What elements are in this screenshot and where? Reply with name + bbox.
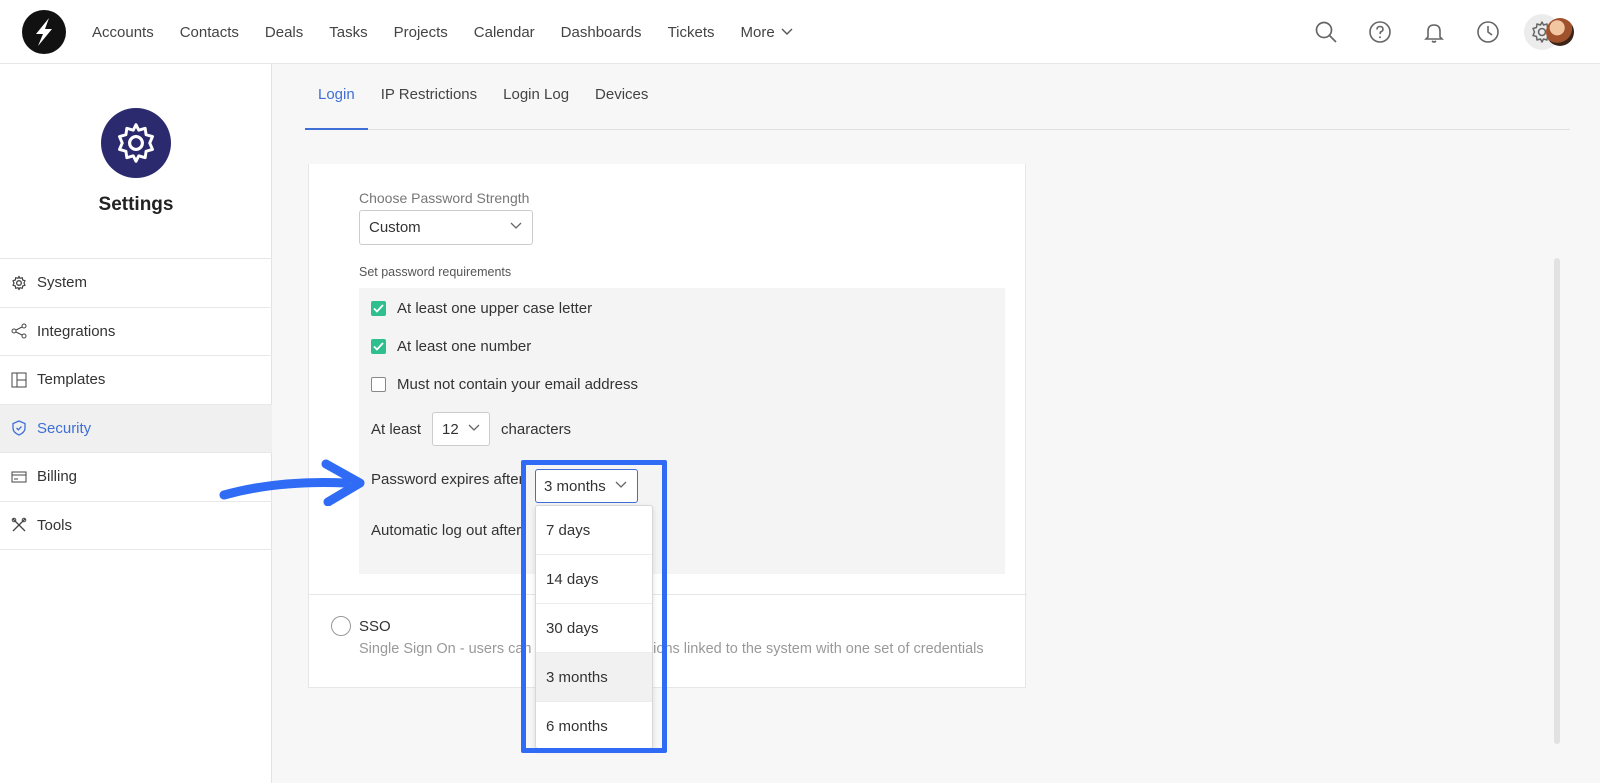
checkbox-checked[interactable]: [371, 301, 386, 316]
shield-icon: [10, 419, 28, 437]
requirement-uppercase[interactable]: At least one upper case letter: [371, 300, 592, 317]
nav-tasks[interactable]: Tasks: [329, 24, 367, 41]
chevron-down-icon: [468, 424, 480, 431]
top-icon-bar: [1260, 0, 1600, 64]
sidebar-item-label: Security: [37, 419, 92, 437]
settings-title: Settings: [98, 194, 174, 215]
nav-more-label: More: [740, 23, 775, 41]
settings-menu: System Integrations Templates Security B…: [0, 258, 272, 550]
requirement-number[interactable]: At least one number: [371, 338, 531, 355]
checkbox-unchecked[interactable]: [371, 377, 386, 392]
share-icon: [10, 322, 28, 340]
sidebar-item-security[interactable]: Security: [0, 404, 272, 453]
nav-accounts[interactable]: Accounts: [92, 24, 154, 41]
password-expires-dropdown: 7 days 14 days 30 days 3 months 6 months: [535, 505, 653, 749]
min-length-row: At least 12 characters: [371, 412, 571, 446]
sso-description: Single Sign On - users can access all ap…: [359, 641, 984, 657]
sidebar-item-system[interactable]: System: [0, 259, 272, 308]
requirements-label: Set password requirements: [359, 265, 512, 279]
option-14-days[interactable]: 14 days: [536, 555, 652, 604]
option-3-months[interactable]: 3 months: [536, 653, 652, 702]
tab-devices[interactable]: Devices: [582, 86, 661, 129]
chevron-down-icon: [615, 481, 627, 488]
help-icon[interactable]: [1362, 14, 1398, 50]
password-strength-select[interactable]: Custom: [359, 210, 533, 245]
option-7-days[interactable]: 7 days: [536, 506, 652, 555]
password-expires-select[interactable]: 3 months: [535, 469, 638, 503]
layout-icon: [10, 371, 28, 389]
sso-radio[interactable]: [331, 616, 351, 636]
requirement-label: Must not contain your email address: [397, 376, 638, 393]
password-settings-card: Choose Password Strength Custom Set pass…: [308, 164, 1027, 688]
sso-title: SSO: [359, 618, 391, 635]
sidebar-item-templates[interactable]: Templates: [0, 356, 272, 405]
chevron-down-icon: [510, 222, 522, 229]
bell-icon[interactable]: [1416, 14, 1452, 50]
nav-deals[interactable]: Deals: [265, 24, 303, 41]
min-length-prefix: At least: [371, 420, 422, 438]
avatar[interactable]: [1546, 18, 1574, 46]
tab-login-log[interactable]: Login Log: [490, 86, 582, 129]
clock-icon[interactable]: [1470, 14, 1506, 50]
requirements-panel: At least one upper case letter At least …: [359, 288, 1005, 574]
requirement-label: At least one number: [397, 338, 532, 355]
requirement-no-email[interactable]: Must not contain your email address: [371, 376, 638, 393]
nav-dashboards[interactable]: Dashboards: [561, 24, 642, 41]
password-expires-value: 3 months: [544, 477, 606, 495]
main-nav: Accounts Contacts Deals Tasks Projects C…: [92, 0, 819, 64]
password-strength-value: Custom: [369, 219, 421, 236]
card-icon: [10, 468, 28, 486]
nav-projects[interactable]: Projects: [394, 24, 448, 41]
sidebar-item-tools[interactable]: Tools: [0, 502, 272, 550]
expires-label: Password expires after: [371, 471, 524, 488]
min-length-select[interactable]: 12: [432, 412, 491, 446]
nav-more[interactable]: More: [741, 24, 793, 41]
min-length-value: 12: [442, 420, 459, 438]
sidebar-item-label: Tools: [37, 516, 73, 534]
expires-row: Password expires after: [371, 471, 524, 488]
security-tabs: Login IP Restrictions Login Log Devices: [305, 64, 1570, 130]
nav-contacts[interactable]: Contacts: [180, 24, 239, 41]
sidebar-item-integrations[interactable]: Integrations: [0, 308, 272, 356]
logout-row: Automatic log out after: [371, 522, 521, 539]
tab-login[interactable]: Login: [305, 86, 368, 130]
settings-sidebar: Settings System Integrations Templates S…: [0, 64, 272, 783]
logout-label: Automatic log out after: [371, 522, 522, 539]
chevron-down-icon: [781, 28, 793, 35]
nav-calendar[interactable]: Calendar: [474, 24, 535, 41]
sidebar-item-label: System: [37, 274, 88, 292]
min-length-suffix: characters: [501, 420, 572, 438]
divider: [309, 594, 1027, 595]
tab-ip-restrictions[interactable]: IP Restrictions: [368, 86, 490, 129]
annotation-arrow-icon: [219, 459, 365, 506]
requirement-label: At least one upper case letter: [397, 300, 593, 317]
option-30-days[interactable]: 30 days: [536, 604, 652, 653]
scrollbar[interactable]: [1554, 258, 1560, 744]
tools-icon: [10, 516, 28, 534]
top-navigation-bar: Accounts Contacts Deals Tasks Projects C…: [0, 0, 1600, 64]
app-logo[interactable]: [22, 10, 66, 54]
password-strength-label: Choose Password Strength: [359, 190, 530, 206]
sidebar-item-label: Templates: [37, 371, 106, 389]
search-icon[interactable]: [1308, 14, 1344, 50]
nav-tickets[interactable]: Tickets: [668, 24, 715, 41]
sidebar-item-label: Integrations: [37, 322, 116, 340]
settings-gear-icon: [101, 108, 171, 178]
sidebar-item-label: Billing: [37, 468, 78, 486]
option-6-months[interactable]: 6 months: [536, 702, 652, 748]
gear-icon: [10, 274, 28, 292]
checkbox-checked[interactable]: [371, 339, 386, 354]
